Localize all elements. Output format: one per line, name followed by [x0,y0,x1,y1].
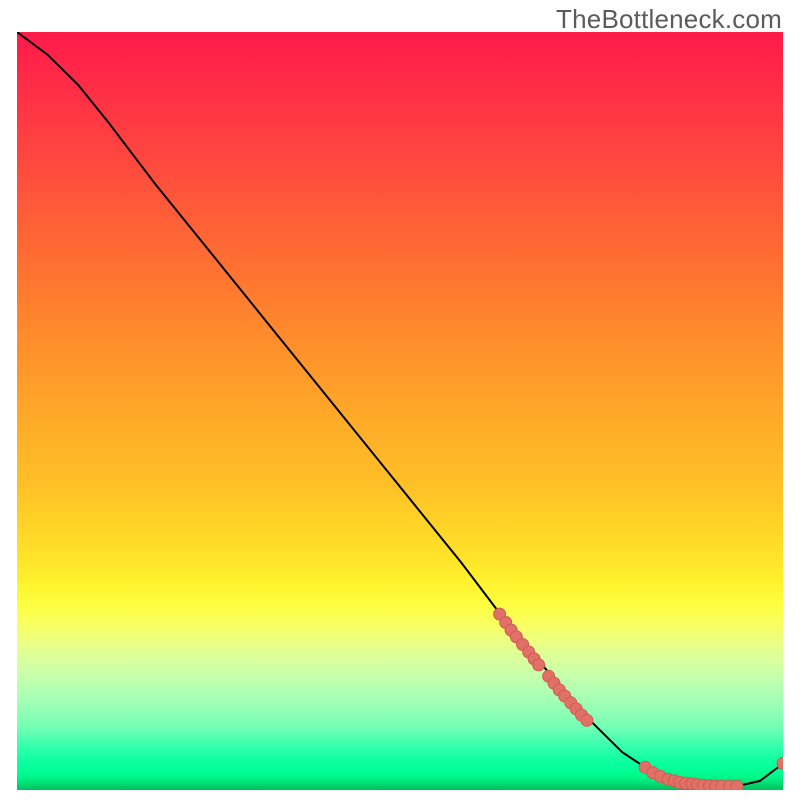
watermark-text: TheBottleneck.com [556,4,782,35]
data-point [533,659,545,671]
plot-area [17,32,783,790]
bottleneck-curve [17,32,783,786]
data-point [731,780,743,790]
chart-root: TheBottleneck.com [0,0,800,800]
plot-svg [17,32,783,790]
data-point [581,714,593,726]
